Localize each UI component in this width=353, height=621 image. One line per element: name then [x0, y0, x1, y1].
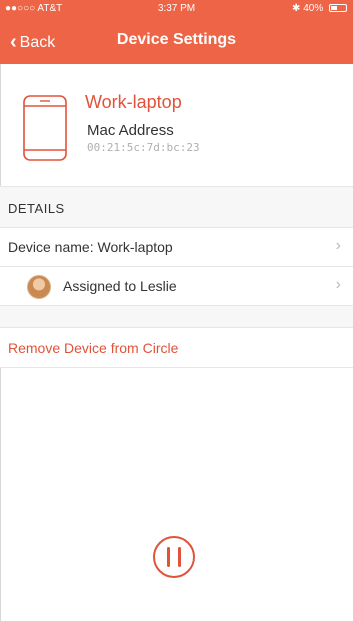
- battery-status: ✱ 40%: [292, 3, 347, 14]
- battery-percent: 40%: [303, 3, 324, 14]
- remove-device-label: Remove Device from Circle: [8, 340, 179, 356]
- details-section-header: DETAILS: [0, 186, 353, 228]
- status-bar: ●●○○○ AT&T 3:37 PM ✱ 40%: [0, 0, 353, 18]
- pause-button[interactable]: [152, 535, 196, 579]
- battery-icon: [329, 4, 347, 12]
- device-name-title: Work-laptop: [85, 92, 182, 112]
- details-header-label: DETAILS: [8, 201, 65, 216]
- mac-address-label: Mac Address: [87, 122, 174, 139]
- remove-device-button[interactable]: Remove Device from Circle: [0, 327, 353, 368]
- section-spacer: [0, 306, 353, 327]
- chevron-right-icon: ›: [335, 276, 341, 293]
- device-name-label: Device name: Work-laptop: [8, 239, 173, 255]
- phone-outline-icon: [23, 95, 67, 161]
- device-name-row[interactable]: Device name: Work-laptop ›: [0, 228, 353, 267]
- page-title: Device Settings: [116, 31, 237, 48]
- bluetooth-icon: ✱: [292, 3, 301, 14]
- mac-address-value: 00:21:5c:7d:bc:23: [87, 141, 200, 154]
- assigned-to-row[interactable]: Assigned to Leslie ›: [0, 267, 353, 306]
- assigned-to-label: Assigned to Leslie: [63, 278, 177, 294]
- chevron-right-icon: ›: [335, 237, 341, 254]
- avatar: [27, 275, 51, 299]
- navigation-bar: ‹ Back Device Settings: [0, 18, 353, 64]
